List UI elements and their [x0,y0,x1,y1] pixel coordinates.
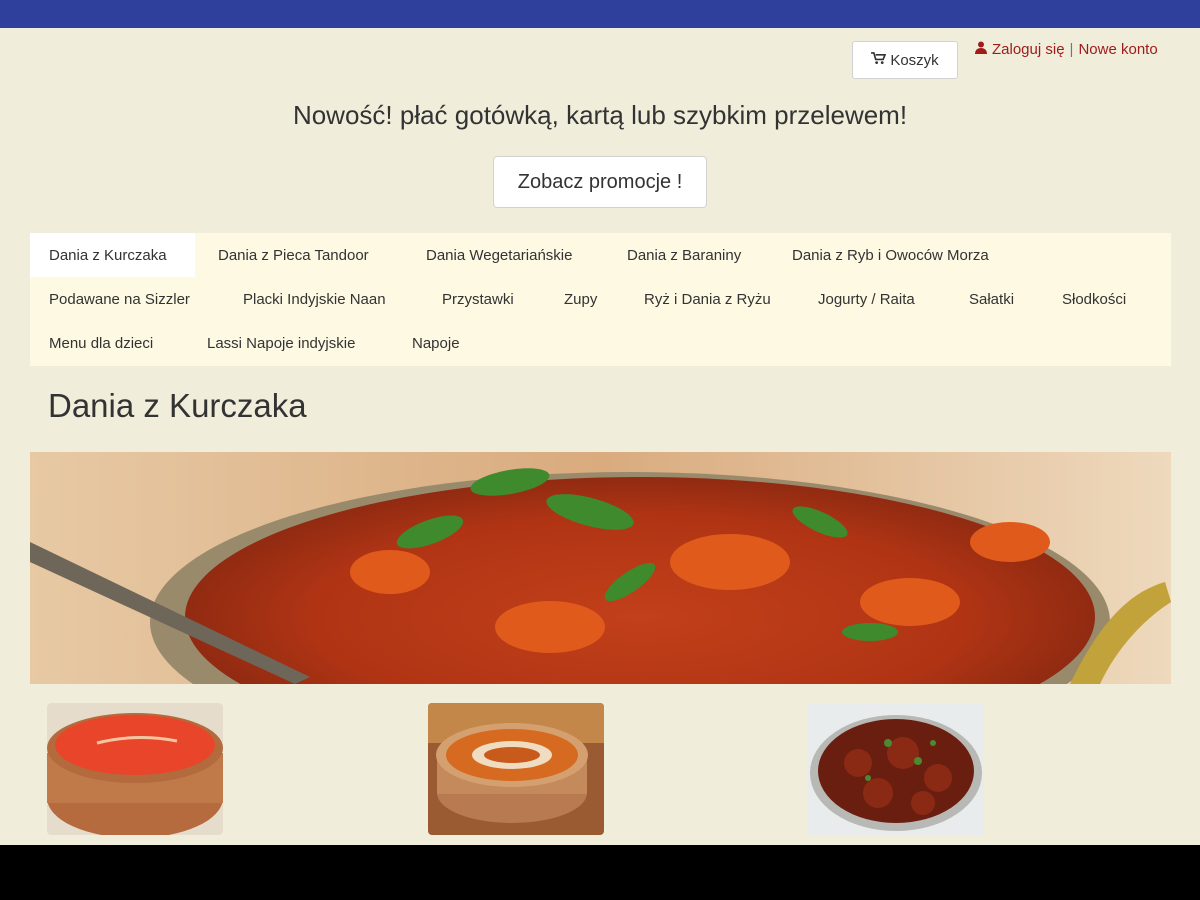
nav-item-dania-z-baraniny[interactable]: Dania z Baraniny [627,233,741,277]
nav-item-jogurty[interactable]: Jogurty / Raita [818,277,915,321]
dish-image-3[interactable] [808,703,984,835]
nav-item-dania-z-pieca-tandoor[interactable]: Dania z Pieca Tandoor [218,233,369,277]
cart-icon [871,51,887,69]
nav-item-zupy[interactable]: Zupy [564,277,597,321]
nav-item-dania-z-kurczaka[interactable]: Dania z Kurczaka [30,233,195,277]
dish-image-1[interactable] [47,703,223,835]
account-separator: | [1069,41,1074,58]
bottom-bar [0,845,1200,900]
nav-item-napoje[interactable]: Napoje [412,321,460,365]
promotions-button[interactable]: Zobacz promocje ! [493,156,707,208]
nav-item-dania-z-ryb[interactable]: Dania z Ryb i Owoców Morza [792,233,989,277]
dish-image-2[interactable] [428,703,604,835]
login-link[interactable]: Zaloguj się [992,41,1065,58]
nav-item-dania-wegetarianskie[interactable]: Dania Wegetariańskie [426,233,572,277]
nav-item-przystawki[interactable]: Przystawki [442,277,514,321]
nav-item-menu-dla-dzieci[interactable]: Menu dla dzieci [49,321,153,365]
nav-item-sizzler[interactable]: Podawane na Sizzler [49,277,190,321]
user-icon [975,41,987,58]
promo-message: Nowość! płać gotówką, kartą lub szybkim … [292,100,908,130]
category-nav: Dania z Kurczaka Dania z Pieca Tandoor D… [30,233,1171,366]
nav-item-slodkosci[interactable]: Słodkości [1062,277,1126,321]
cart-label: Koszyk [890,51,939,69]
register-link[interactable]: Nowe konto [1078,41,1157,58]
category-banner-image [30,452,1171,684]
nav-item-lassi[interactable]: Lassi Napoje indyjskie [207,321,355,365]
nav-item-ryz[interactable]: Ryż i Dania z Ryżu [644,277,771,321]
nav-item-salatki[interactable]: Sałatki [969,277,1014,321]
nav-item-naan[interactable]: Placki Indyjskie Naan [243,277,386,321]
cart-button[interactable]: Koszyk [852,41,958,79]
top-bar [0,0,1200,28]
page-title: Dania z Kurczaka [48,387,307,424]
account-links: Zaloguj się | Nowe konto [975,41,1158,58]
